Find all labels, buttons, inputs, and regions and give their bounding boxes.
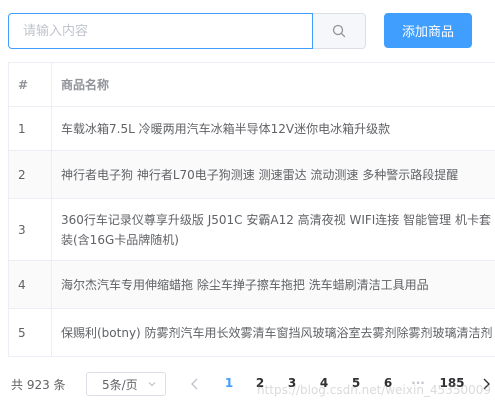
page-size-select[interactable]: 5条/页 xyxy=(86,372,166,396)
table-row: 2 神行者电子狗 神行者L70电子狗测速 测速雷达 流动测速 多种警示路段提醒 xyxy=(9,151,495,199)
search-group xyxy=(8,13,366,49)
page-number[interactable]: 5 xyxy=(346,376,366,390)
product-name: 神行者电子狗 神行者L70电子狗测速 测速雷达 流动测速 多种警示路段提醒 xyxy=(61,167,459,182)
page-number[interactable]: 2 xyxy=(250,376,270,390)
product-name: 保赐利(botny) 防雾剂汽车用长效雾清车窗挡风玻璃浴室去雾剂除雾剂玻璃清洁剂 xyxy=(61,325,493,340)
product-name: 车载冰箱7.5L 冷暖两用汽车冰箱半导体12V迷你电冰箱升级款 xyxy=(61,121,391,136)
table-row: 4 海尔杰汽车专用伸缩蜡拖 除尘车掸子擦车拖把 洗车蜡刷清洁工具用品 xyxy=(9,261,495,309)
header-product-name: 商品名称 xyxy=(61,77,110,92)
row-index: 4 xyxy=(9,261,52,308)
row-index: 5 xyxy=(9,309,52,356)
product-name: 360行车记录仪尊享升级版 J501C 安霸A12 高清夜视 WIFI连接 智能… xyxy=(61,212,491,247)
search-button[interactable] xyxy=(313,13,366,49)
pagination: 共 923 条 5条/页 1 2 3 4 5 6 ··· 185 xyxy=(0,372,495,396)
table-row: 5 保赐利(botny) 防雾剂汽车用长效雾清车窗挡风玻璃浴室去雾剂除雾剂玻璃清… xyxy=(9,309,495,357)
product-name: 海尔杰汽车专用伸缩蜡拖 除尘车掸子擦车拖把 洗车蜡刷清洁工具用品 xyxy=(61,277,429,292)
prev-page-button[interactable] xyxy=(189,377,201,391)
row-index: 2 xyxy=(9,151,52,198)
row-index: 1 xyxy=(9,107,52,150)
table-row: 1 车载冰箱7.5L 冷暖两用汽车冰箱半导体12V迷你电冰箱升级款 xyxy=(9,107,495,151)
page-number[interactable]: 3 xyxy=(282,376,302,390)
search-input[interactable] xyxy=(8,13,313,49)
page-size-value: 5条/页 xyxy=(102,377,138,392)
next-page-button[interactable] xyxy=(480,377,492,391)
add-product-button[interactable]: 添加商品 xyxy=(384,13,472,48)
chevron-down-icon xyxy=(148,382,156,387)
page-ellipsis[interactable]: ··· xyxy=(408,376,428,390)
page-number[interactable]: 185 xyxy=(438,376,466,390)
page-number[interactable]: 4 xyxy=(314,376,334,390)
search-icon xyxy=(332,24,346,38)
page-number[interactable]: 1 xyxy=(219,376,239,390)
table-row: 3 360行车记录仪尊享升级版 J501C 安霸A12 高清夜视 WIFI连接 … xyxy=(9,199,495,261)
row-index: 3 xyxy=(9,199,52,260)
product-table: # 商品名称 1 车载冰箱7.5L 冷暖两用汽车冰箱半导体12V迷你电冰箱升级款… xyxy=(8,62,495,357)
page-number[interactable]: 6 xyxy=(378,376,398,390)
table-header-row: # 商品名称 xyxy=(9,63,495,107)
pagination-total: 共 923 条 xyxy=(11,378,66,392)
header-index: # xyxy=(9,63,52,106)
